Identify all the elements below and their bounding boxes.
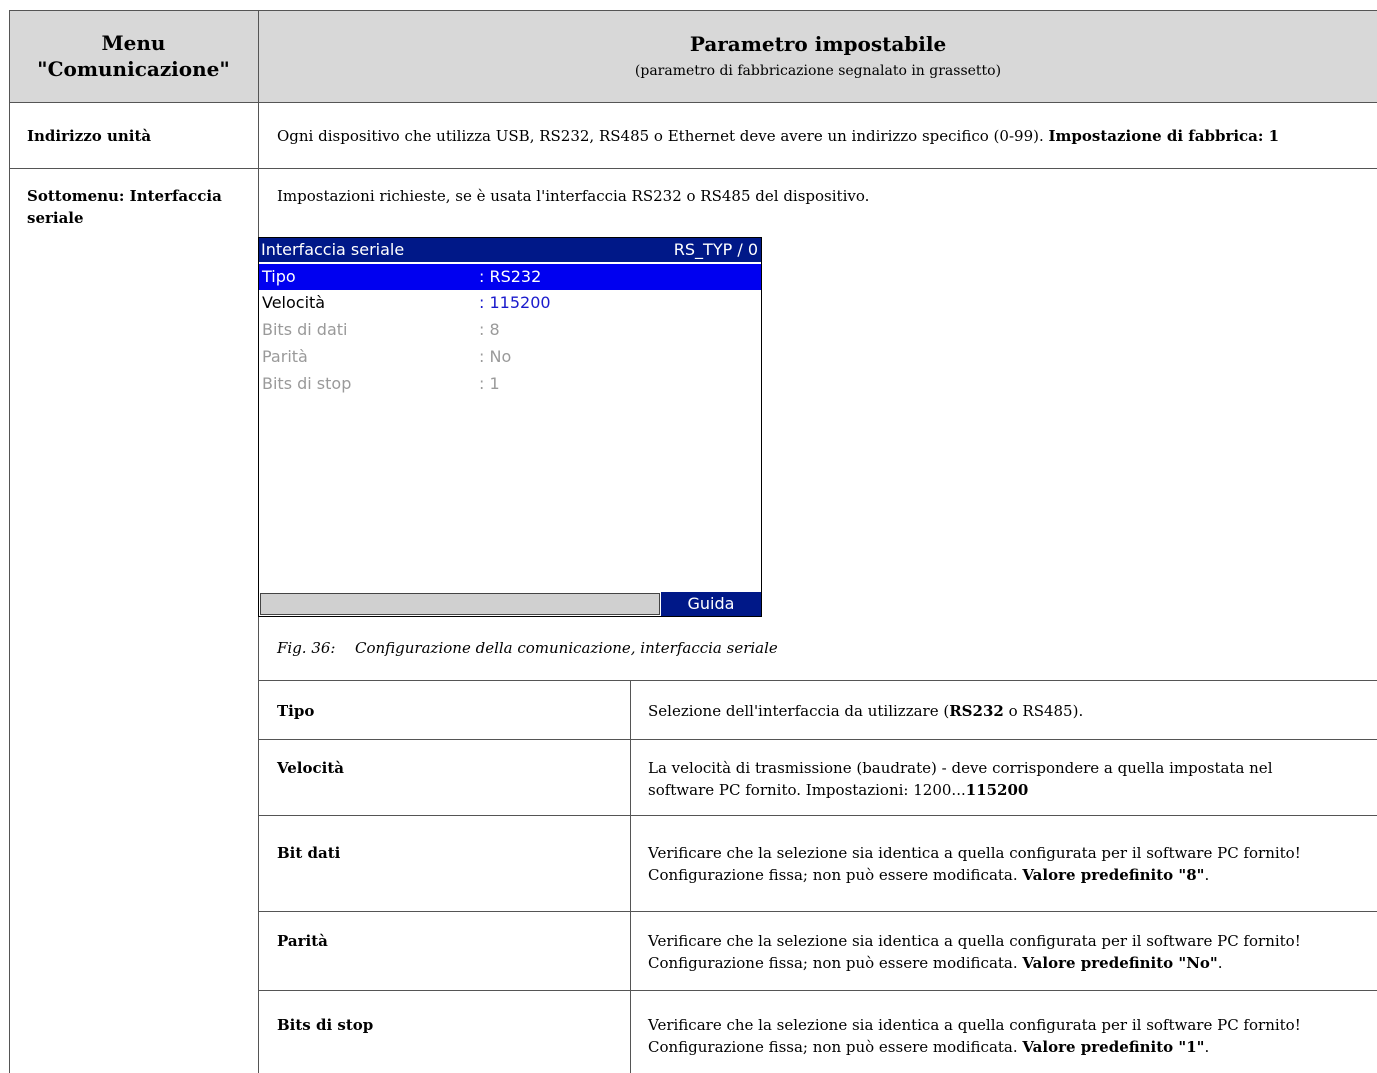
param-name-parita: Parità — [277, 932, 328, 950]
param-desc-text: . — [1204, 1038, 1210, 1056]
param-name-bit-dati: Bit dati — [277, 844, 341, 862]
header-parameter: Parametro impostabile (parametro di fabb… — [259, 10, 1377, 102]
header-bottom-border — [9, 102, 1377, 103]
param-desc-text: o RS485). — [1003, 702, 1084, 720]
param-desc-line2: Configurazione fissa; non può essere mod… — [648, 952, 1301, 974]
screen-title: Interfaccia seriale — [261, 240, 405, 259]
serial-label-line1: Sottomenu: Interfaccia — [27, 187, 222, 205]
params-row-divider — [259, 815, 1377, 816]
param-desc-text: . — [1217, 954, 1223, 972]
param-desc-velocita: La velocità di trasmissione (baudrate) -… — [648, 757, 1273, 801]
address-description: Ogni dispositivo che utilizza USB, RS232… — [277, 125, 1279, 147]
param-desc-parita: Verificare che la selezione sia identica… — [648, 930, 1301, 974]
device-screen: Interfaccia seriale RS_TYP / 0 Tipo : RS… — [258, 237, 762, 617]
screen-row-value: : RS232 — [479, 267, 542, 286]
figure-number: Fig. 36: — [277, 639, 336, 657]
param-desc-line1: Verificare che la selezione sia identica… — [648, 1016, 1301, 1034]
screen-row-name: Bits di dati — [262, 320, 348, 339]
serial-label: Sottomenu: Interfaccia seriale — [27, 185, 222, 229]
screen-row-parita: Parità : No — [259, 344, 761, 370]
param-desc-text: Configurazione fissa; non può essere mod… — [648, 954, 1023, 972]
params-column-divider — [630, 680, 631, 1073]
figure-caption: Fig. 36: Configurazione della comunicazio… — [277, 639, 778, 657]
screen-row-name: Velocità — [262, 293, 326, 312]
address-text: Ogni dispositivo che utilizza USB, RS232… — [277, 127, 1044, 145]
header-menu: Menu "Comunicazione" — [9, 10, 258, 102]
screen-row-value: : 8 — [479, 320, 500, 339]
param-default: Valore predefinito "1" — [1022, 1038, 1205, 1056]
param-desc-line2: Configurazione fissa; non può essere mod… — [648, 864, 1301, 886]
screen-row-bits-stop: Bits di stop : 1 — [259, 371, 761, 397]
screen-row-tipo[interactable]: Tipo : RS232 — [259, 264, 761, 290]
param-desc-bits-stop: Verificare che la selezione sia identica… — [648, 1014, 1301, 1058]
screen-row-name: Tipo — [262, 267, 296, 286]
screen-title-bar: Interfaccia seriale RS_TYP / 0 — [259, 238, 761, 262]
header-parameter-subtitle: (parametro di fabbricazione segnalato in… — [634, 63, 1002, 79]
param-desc-text: software PC fornito. Impostazioni: 1200.… — [648, 781, 966, 799]
param-default: RS232 — [949, 702, 1004, 720]
param-desc-line1: La velocità di trasmissione (baudrate) -… — [648, 759, 1273, 777]
param-name-bits-stop: Bits di stop — [277, 1016, 374, 1034]
params-row-divider — [259, 739, 1377, 740]
param-desc-text: Configurazione fissa; non può essere mod… — [648, 866, 1023, 884]
param-default: 115200 — [965, 781, 1029, 799]
screen-row-name: Bits di stop — [262, 374, 352, 393]
screen-row-bits-dati: Bits di dati : 8 — [259, 317, 761, 343]
help-button[interactable]: Guida — [661, 592, 761, 616]
param-default: Valore predefinito "8" — [1022, 866, 1205, 884]
param-name-tipo: Tipo — [277, 702, 315, 720]
serial-intro: Impostazioni richieste, se è usata l'int… — [277, 187, 870, 205]
serial-label-line2: seriale — [27, 209, 84, 227]
param-desc-bit-dati: Verificare che la selezione sia identica… — [648, 842, 1301, 886]
param-desc-line1: Verificare che la selezione sia identica… — [648, 844, 1301, 862]
param-desc-text: . — [1204, 866, 1210, 884]
screen-row-value: : No — [479, 347, 512, 366]
address-label: Indirizzo unità — [27, 127, 152, 145]
figure-caption-text: Configurazione della comunicazione, inte… — [355, 639, 778, 657]
header-menu-line2: "Comunicazione" — [37, 57, 230, 81]
params-row-divider — [259, 911, 1377, 912]
params-row-divider — [259, 990, 1377, 991]
screen-row-value: : 115200 — [479, 293, 551, 312]
header-parameter-title: Parametro impostabile — [689, 32, 947, 56]
screen-code: RS_TYP / 0 — [673, 240, 758, 259]
table-left-border — [9, 10, 10, 1073]
screen-row-name: Parità — [262, 347, 308, 366]
address-default: Impostazione di fabbrica: 1 — [1048, 127, 1280, 145]
param-desc-tipo: Selezione dell'interfaccia da utilizzare… — [648, 700, 1083, 722]
row-divider — [9, 168, 1377, 169]
params-table-top — [259, 680, 1377, 681]
screen-row-velocita[interactable]: Velocità : 115200 — [259, 290, 761, 316]
param-desc-line1: Verificare che la selezione sia identica… — [648, 932, 1301, 950]
param-desc-line2: software PC fornito. Impostazioni: 1200.… — [648, 779, 1273, 801]
screen-status-bar — [260, 593, 660, 615]
screen-row-value: : 1 — [479, 374, 500, 393]
param-desc-text: Selezione dell'interfaccia da utilizzare… — [648, 702, 950, 720]
screen-footer: Guida — [259, 592, 761, 616]
header-menu-line1: Menu — [101, 31, 166, 55]
param-default: Valore predefinito "No" — [1022, 954, 1218, 972]
param-desc-line2: Configurazione fissa; non può essere mod… — [648, 1036, 1301, 1058]
param-name-velocita: Velocità — [277, 759, 344, 777]
param-desc-text: Configurazione fissa; non può essere mod… — [648, 1038, 1023, 1056]
